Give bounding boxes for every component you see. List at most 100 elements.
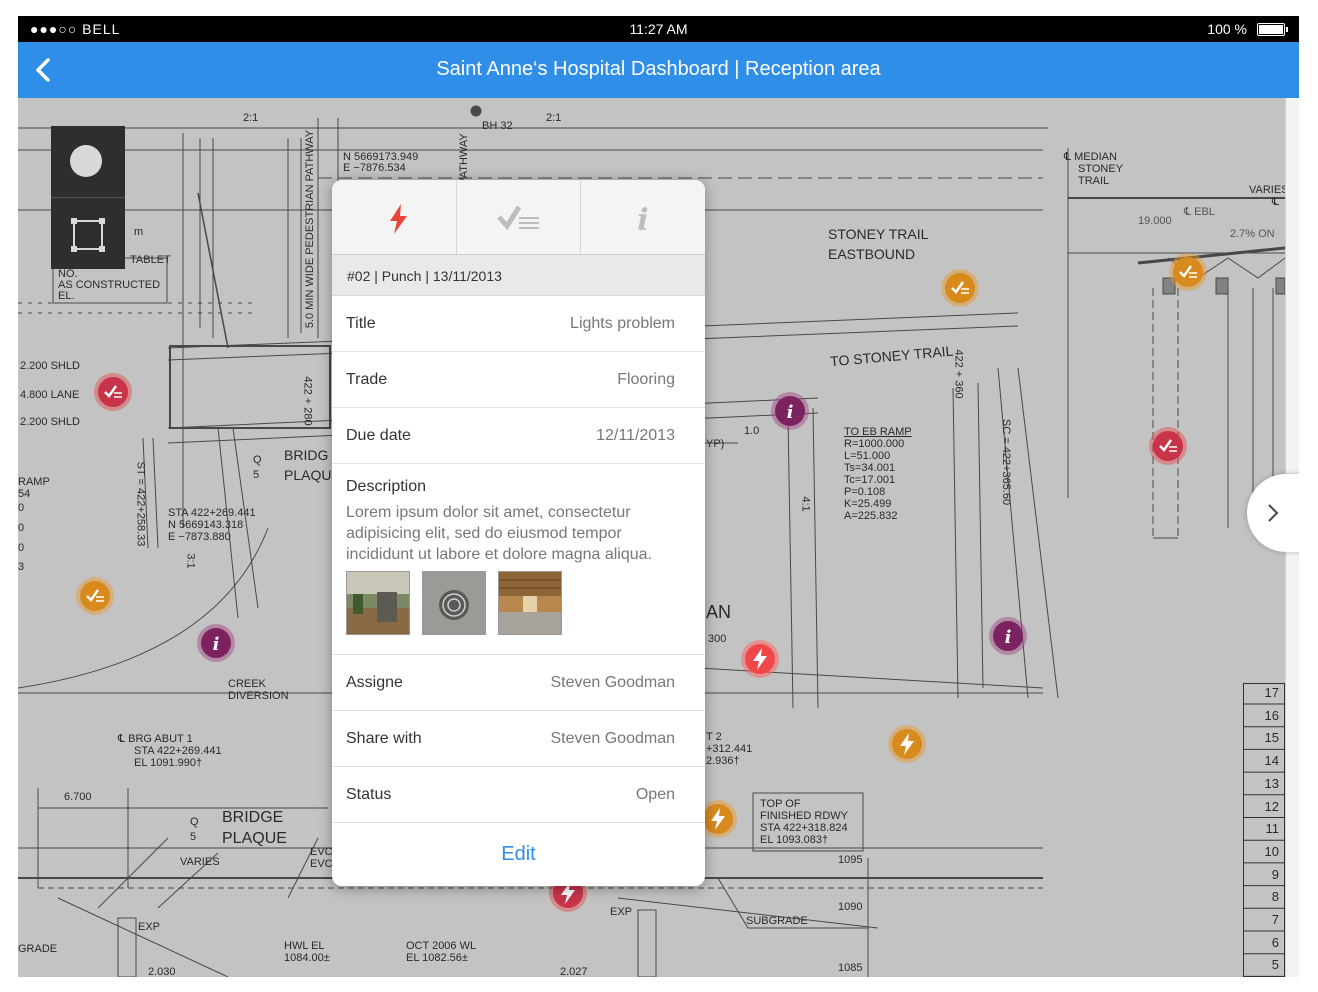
nav-bar: Saint Anne‘s Hospital Dashboard | Recept… — [18, 42, 1299, 98]
status-bar: ●●●○○ BELL 11:27 AM 100 % — [18, 16, 1299, 42]
field-value: Flooring — [617, 371, 675, 388]
blueprint-label: 19.000 — [1138, 215, 1172, 227]
tab-checklist[interactable] — [456, 180, 581, 254]
blueprint-label: FINISHED RDWY — [760, 810, 848, 822]
blueprint-label: STA 422+318.824 — [760, 822, 848, 834]
circle-tool-button[interactable] — [51, 126, 125, 198]
description-section: Description Lorem ipsum dolor sit amet, … — [332, 464, 705, 655]
field-value: 12/11/2013 — [596, 427, 675, 444]
checklist-marker[interactable] — [941, 269, 979, 307]
ruler-label: 10 — [1264, 843, 1279, 859]
photo-thumbnail[interactable] — [422, 571, 486, 635]
issue-detail-popover: i #02 | Punch | 13/11/2013 Title Lights … — [332, 180, 705, 886]
blueprint-label: RAMP — [18, 476, 50, 488]
field-row-share-with[interactable]: Share with Steven Goodman — [332, 710, 705, 767]
rectangle-tool-button[interactable] — [51, 198, 125, 269]
blueprint-label: 6.700 — [64, 791, 92, 803]
popover-tabs: i — [332, 180, 705, 254]
blueprint-label: GRADE — [18, 943, 58, 955]
info-icon: i — [771, 392, 809, 430]
field-row-trade[interactable]: Trade Flooring — [332, 351, 705, 408]
blueprint-label: 422 + 280 — [301, 376, 314, 426]
blueprint-label: 0 — [18, 522, 25, 534]
field-label: Trade — [346, 371, 388, 388]
blueprint-label: ℄ MEDIAN — [1064, 151, 1117, 163]
info-marker[interactable]: i — [989, 617, 1027, 655]
rectangle-tool-icon — [71, 218, 105, 252]
blueprint-label: AN — [706, 602, 732, 622]
ruler-label: 12 — [1264, 798, 1279, 814]
blueprint-label: 2.7% ON — [1230, 228, 1275, 240]
blueprint-label: 1090 — [838, 901, 863, 913]
checklist-marker[interactable] — [1149, 427, 1187, 465]
blueprint-label: L=51.000 — [844, 450, 891, 462]
blueprint-label: PATHWAY — [457, 133, 470, 185]
blueprint-label: EL. — [58, 290, 75, 302]
info-marker[interactable]: i — [197, 624, 235, 662]
blueprint-label: EVC — [310, 858, 333, 870]
blueprint-label: STONEY TRAIL — [828, 226, 929, 242]
blueprint-label: R=1000.000 — [844, 438, 905, 450]
blueprint-label: PLAQUE — [222, 830, 287, 847]
blueprint-label: 1.0 — [744, 425, 760, 437]
checklist-icon — [1169, 253, 1207, 291]
blueprint-label: 2:1 — [243, 112, 259, 124]
blueprint-label: E −7873.880 — [168, 531, 231, 543]
checklist-marker[interactable] — [76, 577, 114, 615]
checklist-icon — [497, 205, 539, 231]
checklist-icon — [76, 577, 114, 615]
field-row-assignee[interactable]: Assigne Steven Goodman — [332, 654, 705, 711]
ruler-label: 16 — [1264, 707, 1279, 723]
checklist-icon — [941, 269, 979, 307]
blueprint-label: 2.200 SHLD — [20, 360, 80, 372]
ruler-label: 17 — [1264, 685, 1279, 700]
punch-marker-selected[interactable] — [741, 640, 779, 678]
blueprint-label: 2.200 SHLD — [20, 416, 80, 428]
field-value: Steven Goodman — [550, 730, 675, 747]
blueprint-label: EL 1091.990† — [134, 757, 203, 769]
blueprint-label: STA 422+269.441 — [134, 745, 222, 757]
blueprint-label: EASTBOUND — [828, 246, 916, 262]
lightning-icon — [741, 640, 779, 678]
info-marker[interactable]: i — [771, 392, 809, 430]
checklist-icon — [1149, 427, 1187, 465]
blueprint-label: DIVERSION — [228, 690, 289, 702]
blueprint-label: m — [134, 226, 144, 238]
blueprint-label: CREEK — [228, 678, 266, 690]
blueprint-label: SUBGRADE — [746, 915, 808, 927]
blueprint-label: 2.030 — [148, 966, 176, 977]
field-value: Open — [635, 786, 675, 803]
blueprint-label: 5 — [190, 831, 197, 843]
drawing-toolbox — [51, 126, 125, 269]
blueprint-label: +312.441 — [706, 743, 753, 755]
field-value: Lights problem — [570, 315, 675, 332]
tablet-screen: ●●●○○ BELL 11:27 AM 100 % Saint Anne‘s H… — [18, 16, 1299, 977]
field-label: Due date — [346, 427, 411, 444]
blueprint-label: SC = 422+365.60 — [1000, 418, 1013, 506]
photo-thumbnail[interactable] — [346, 571, 410, 635]
blueprint-label: 0 — [18, 502, 25, 514]
info-icon: i — [989, 617, 1027, 655]
lightning-icon — [888, 725, 926, 763]
blueprint-label: 422 + 360 — [952, 349, 965, 399]
circle-tool-icon — [70, 145, 102, 177]
tab-info[interactable]: i — [580, 180, 705, 254]
next-sheet-button[interactable] — [1247, 474, 1299, 552]
punch-marker[interactable] — [888, 725, 926, 763]
blueprint-label: EXP — [610, 906, 633, 918]
edit-button[interactable]: Edit — [332, 823, 705, 886]
svg-text:i: i — [1005, 627, 1012, 648]
ruler-label: 11 — [1265, 821, 1280, 837]
checklist-marker[interactable] — [94, 373, 132, 411]
blueprint-label: TO EB RAMP — [844, 426, 912, 438]
field-row-due-date[interactable]: Due date 12/11/2013 — [332, 407, 705, 464]
blueprint-label: STONEY — [1078, 163, 1124, 175]
description-label: Description — [346, 478, 427, 495]
checklist-marker[interactable] — [1169, 253, 1207, 291]
field-row-status[interactable]: Status Open — [332, 766, 705, 823]
blueprint-label: Tc=17.001 — [844, 474, 896, 486]
tab-punch[interactable] — [332, 180, 456, 254]
photo-thumbnail[interactable] — [498, 571, 562, 635]
field-row-title[interactable]: Title Lights problem — [332, 295, 705, 352]
field-value: Steven Goodman — [550, 674, 675, 691]
